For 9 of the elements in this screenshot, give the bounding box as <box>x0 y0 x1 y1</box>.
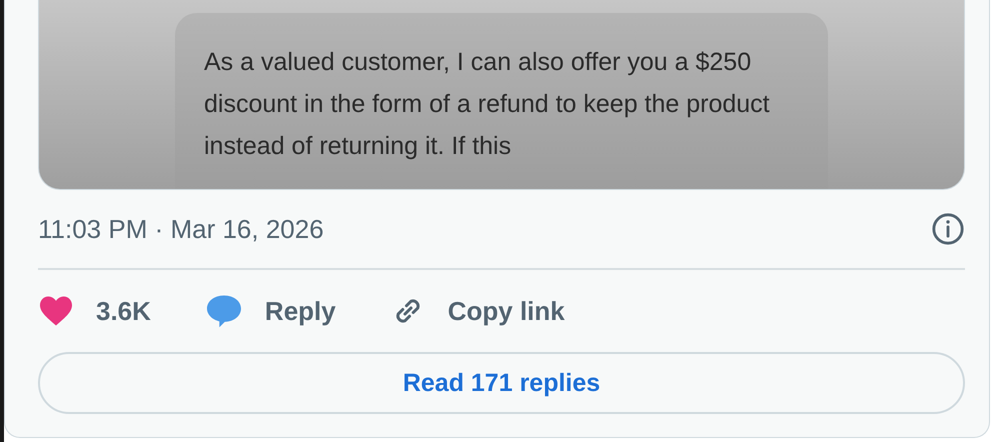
read-replies-button[interactable]: Read 171 replies <box>38 352 965 414</box>
message-text: As a valued customer, I can also offer you a $250 discount in the form of a refund to keep the product instead of returning it. If this <box>204 47 771 162</box>
speech-bubble-icon[interactable] <box>204 294 243 328</box>
reply-label[interactable]: Reply <box>264 296 336 326</box>
like-count[interactable]: 3.6K <box>96 296 151 326</box>
heart-icon[interactable] <box>38 295 74 327</box>
timestamp: 11:03 PM · Mar 16, 2026 <box>38 214 324 244</box>
info-icon[interactable] <box>931 212 965 246</box>
copy-link-label[interactable]: Copy link <box>448 296 565 326</box>
